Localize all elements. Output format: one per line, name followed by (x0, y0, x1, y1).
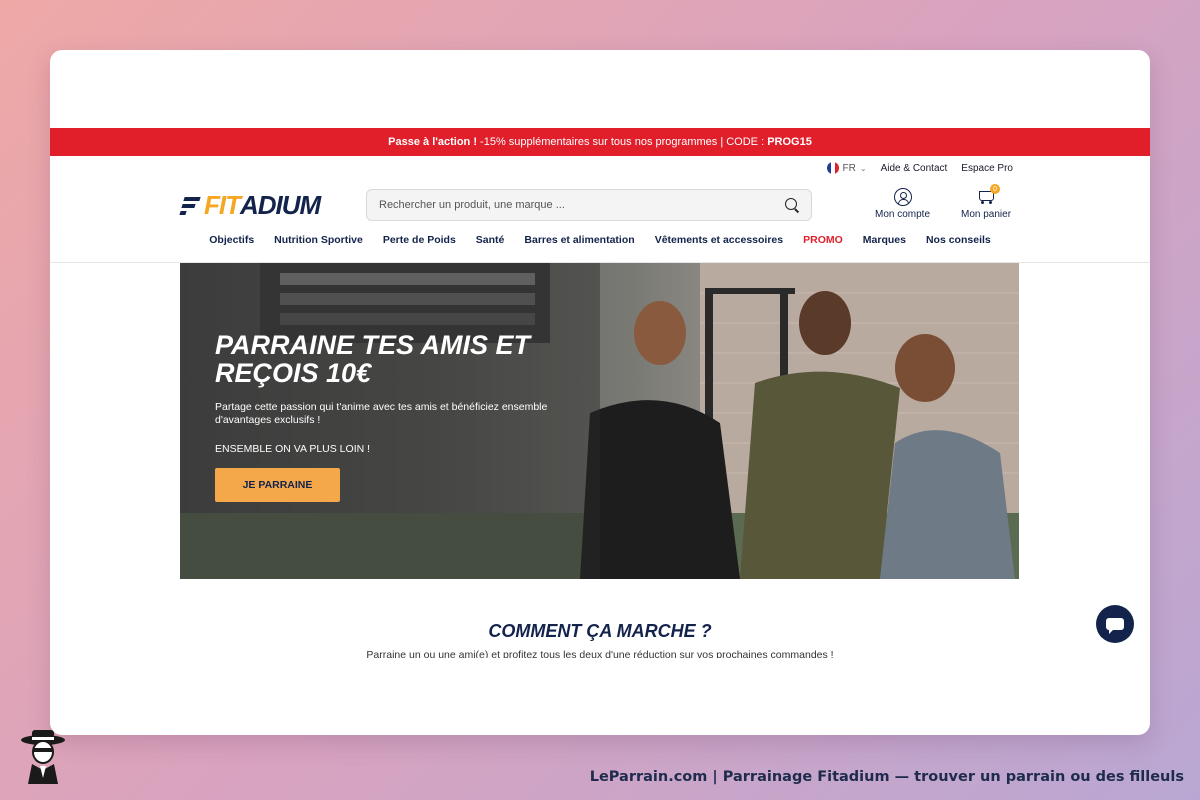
hero-title: PARRAINE TES AMIS ET REÇOIS 10€ (215, 331, 595, 387)
search-bar[interactable]: Rechercher un produit, une marque ... (366, 189, 812, 221)
logo-mark-icon (179, 194, 201, 216)
cart-icon: 0 (976, 184, 1001, 206)
nav-item-promo[interactable]: PROMO (803, 234, 843, 256)
je-parraine-button[interactable]: JE PARRAINE (215, 468, 340, 502)
hero-banner: PARRAINE TES AMIS ET REÇOIS 10€ Partage … (180, 263, 1019, 579)
espace-pro-link[interactable]: Espace Pro (961, 163, 1013, 174)
search-icon[interactable] (785, 198, 799, 212)
cart-count-badge: 0 (990, 184, 1001, 194)
account-label: Mon compte (875, 209, 931, 220)
nav-item-sante[interactable]: Santé (476, 234, 505, 256)
promo-code: PROG15 (767, 136, 812, 148)
hero-title-line1: PARRAINE TES AMIS ET (215, 330, 531, 360)
logo-text-fit: FIT (204, 189, 241, 220)
language-label: FR (842, 162, 856, 174)
hero-title-line2: REÇOIS 10€ (215, 358, 372, 388)
site-header: FIT ADIUM Rechercher un produit, une marq… (50, 180, 1150, 230)
help-contact-link[interactable]: Aide & Contact (881, 163, 948, 174)
chevron-down-icon: ⌄ (859, 163, 867, 173)
france-flag-icon (826, 162, 839, 174)
leparrain-mascot-logo (21, 730, 65, 784)
user-icon (893, 188, 912, 206)
nav-item-marques[interactable]: Marques (863, 234, 906, 256)
nav-item-objectifs[interactable]: Objectifs (209, 234, 254, 256)
nav-item-vetements[interactable]: Vêtements et accessoires (655, 234, 783, 256)
footer-caption: LeParrain.com | Parrainage Fitadium — tr… (589, 769, 1184, 785)
nav-item-perte-de-poids[interactable]: Perte de Poids (383, 234, 456, 256)
language-selector[interactable]: FR ⌄ (826, 162, 867, 174)
nav-item-barres[interactable]: Barres et alimentation (524, 234, 634, 256)
utility-bar: FR ⌄ Aide & Contact Espace Pro (50, 156, 1150, 180)
search-input[interactable]: Rechercher un produit, une marque ... (379, 199, 785, 211)
nav-item-nutrition[interactable]: Nutrition Sportive (274, 234, 363, 256)
hero-tagline: ENSEMBLE ON VA PLUS LOIN ! (215, 443, 371, 455)
fitadium-logo[interactable]: FIT ADIUM (179, 189, 321, 220)
promo-text: -15% supplémentaires sur tous nos progra… (476, 136, 768, 148)
hero-subtitle: Partage cette passion qui t'anime avec t… (215, 401, 548, 426)
account-button[interactable]: Mon compte (875, 188, 930, 220)
promo-lead: Passe à l'action ! (388, 136, 477, 148)
chat-button[interactable] (1096, 605, 1134, 643)
main-nav: Objectifs Nutrition Sportive Perte de Po… (50, 234, 1150, 256)
promo-banner[interactable]: Passe à l'action ! -15% supplémentaires … (50, 128, 1150, 156)
how-it-works-title: COMMENT ÇA MARCHE ? (488, 621, 712, 641)
cart-button[interactable]: 0 Mon panier (961, 184, 1012, 220)
chat-bubble-icon (1106, 618, 1124, 634)
how-it-works-subtitle: Parraine un ou une ami(e) et profitez to… (366, 649, 834, 658)
nav-item-conseils[interactable]: Nos conseils (926, 234, 991, 256)
cart-label: Mon panier (961, 209, 1012, 220)
browser-page: Passe à l'action ! -15% supplémentaires … (50, 50, 1150, 735)
logo-text-adium: ADIUM (240, 189, 321, 220)
